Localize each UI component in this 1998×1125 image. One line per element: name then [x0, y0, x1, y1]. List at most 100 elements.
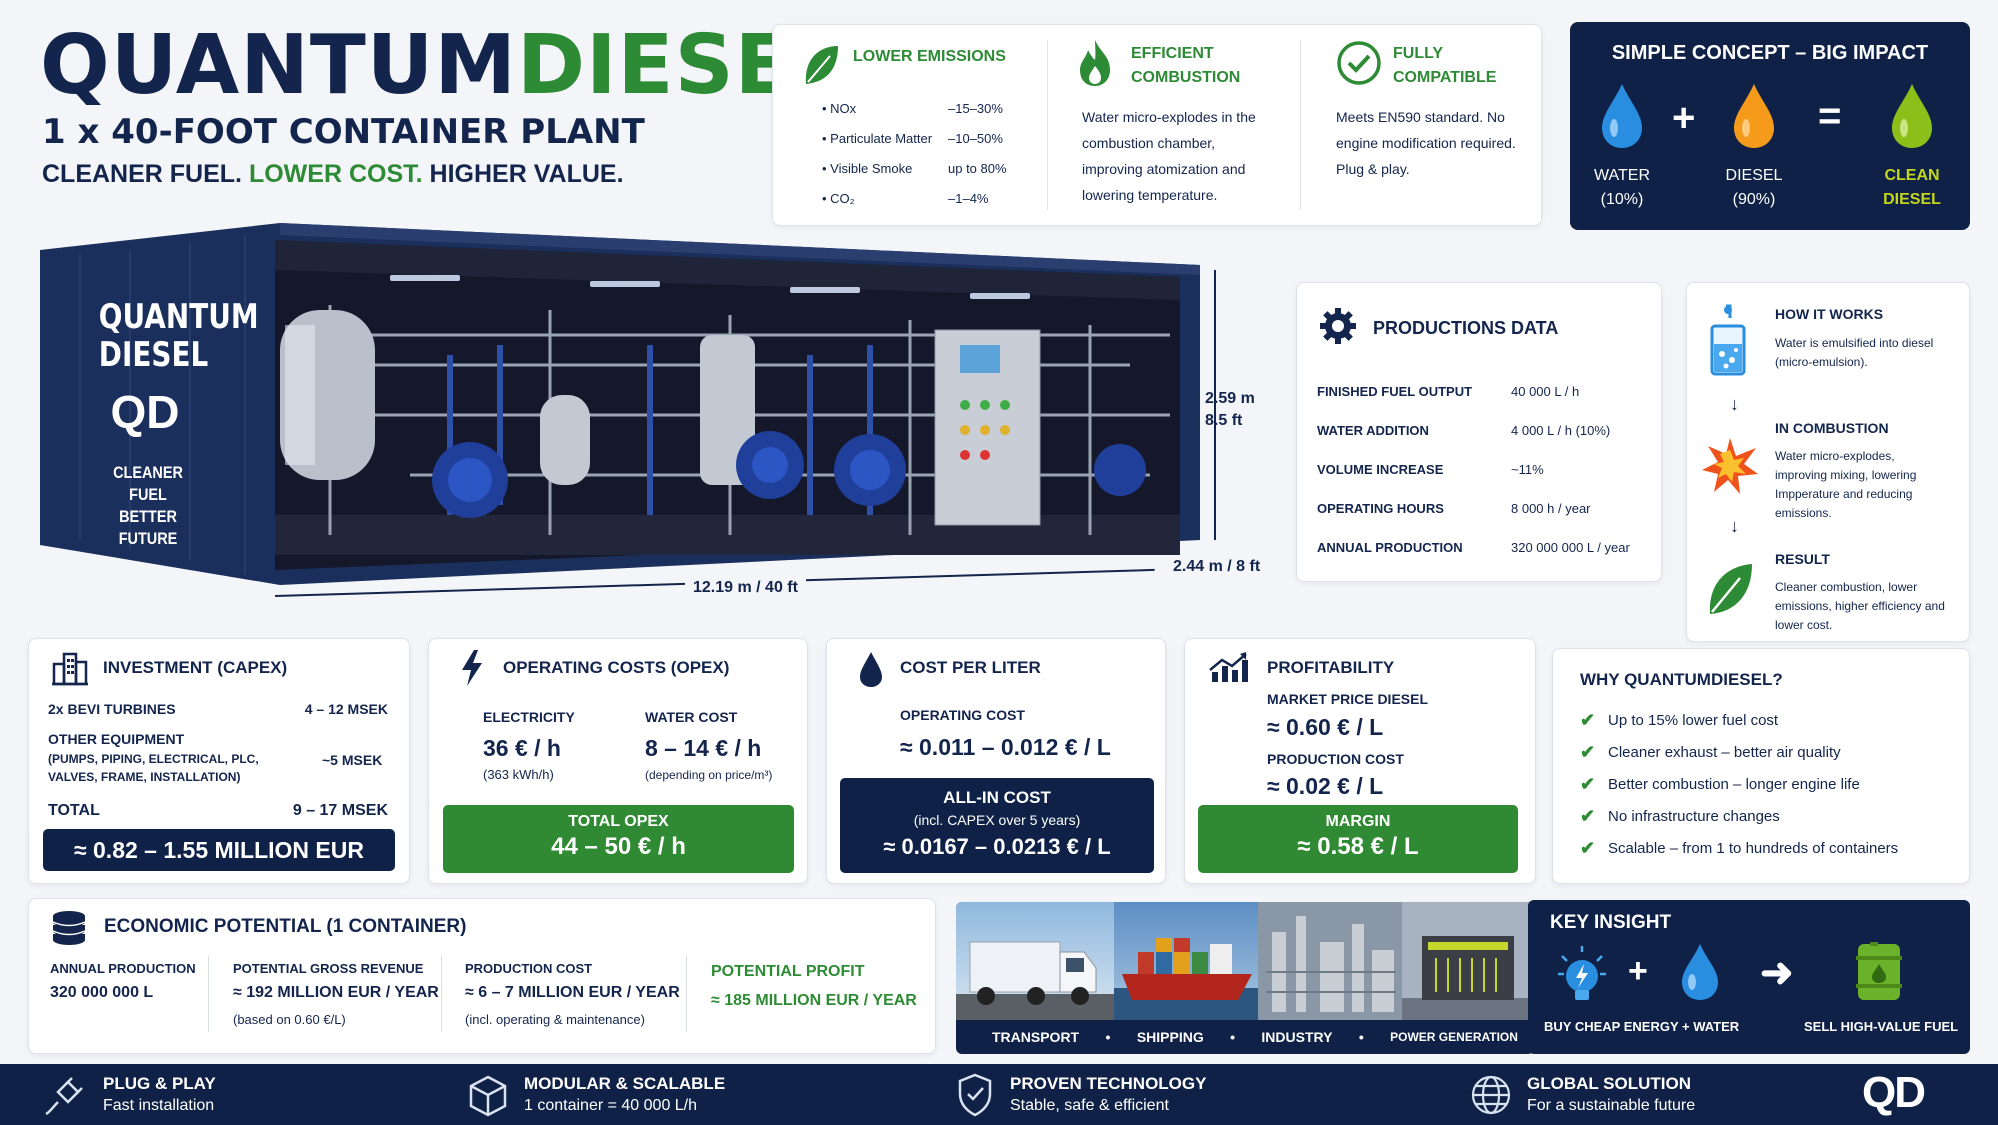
econ-c3-value: ≈ 6 – 7 MILLION EUR / YEAR [465, 984, 680, 1001]
leaf-icon [1709, 564, 1752, 614]
production-label: OPERATING HOURS [1317, 501, 1444, 516]
opex-e-label: ELECTRICITY [483, 709, 575, 725]
cpl-op-label: OPERATING COST [900, 707, 1025, 723]
why-text: No infrastructure changes [1608, 807, 1780, 825]
cpl-op-value: ≈ 0.011 – 0.012 € / L [900, 734, 1111, 760]
tagline-b: LOWER COST. [248, 160, 423, 188]
concept-clean-label: CLEAN DIESEL [1872, 164, 1952, 212]
concept-plus: + [1672, 96, 1696, 140]
check-icon: ✔ [1580, 805, 1596, 826]
how-s2-title: IN COMBUSTION [1775, 420, 1889, 436]
drop-icon [860, 652, 882, 687]
footer-f3: PROVEN TECHNOLOGY Stable, safe & efficie… [1010, 1073, 1206, 1117]
opex-total-value: 44 – 50 € / h [551, 833, 686, 860]
how-s3-text: Cleaner combustion, lower emissions, hig… [1775, 580, 1945, 632]
emission-value: –10–50% [948, 131, 1003, 146]
beaker-icon [1710, 304, 1746, 376]
concept-diesel-label: DIESEL (90%) [1714, 164, 1794, 212]
container-logo: QD [110, 386, 180, 438]
compatible-text-2: Plug & play. [1336, 161, 1410, 177]
how-s2-text: Water micro-explodes, improving mixing, … [1775, 449, 1917, 520]
footer-f2: MODULAR & SCALABLE 1 container = 40 000 … [524, 1073, 725, 1117]
growth-chart-icon [1209, 652, 1248, 682]
arrow-down-icon: ↓ [1730, 516, 1739, 536]
combustion-text: Water micro-explodes in the combustion c… [1082, 109, 1256, 203]
footer-f1: PLUG & PLAY Fast installation [103, 1073, 216, 1117]
econ-c4-value: ≈ 185 MILLION EUR / YEAR [711, 992, 917, 1009]
coins-icon [52, 911, 86, 945]
emission-value: up to 80% [948, 161, 1007, 176]
profit-mp-value: ≈ 0.60 € / L [1267, 714, 1384, 740]
emission-name: • Particulate Matter [822, 131, 933, 146]
insight-right: SELL HIGH-VALUE FUEL [1804, 1019, 1959, 1034]
insight-plus: + [1628, 952, 1648, 990]
height-ft: 8.5 ft [1205, 412, 1243, 429]
container-brand: QUANTUM DIESEL [98, 297, 259, 375]
check-icon: ✔ [1580, 837, 1596, 858]
emission-item: • CO₂ –1–4% [822, 184, 1022, 214]
production-label: FINISHED FUEL OUTPUT [1317, 384, 1473, 399]
width-label: 2.44 m / 8 ft [1173, 558, 1261, 575]
fuel-barrel-icon [1856, 942, 1902, 1000]
footer-f3-title: PROVEN TECHNOLOGY [1010, 1074, 1207, 1093]
globe-icon [1471, 1075, 1511, 1115]
insight-title: KEY INSIGHT [1550, 912, 1672, 933]
how-s1-title: HOW IT WORKS [1775, 306, 1884, 322]
cpl-all-pill: ALL-IN COST (incl. CAPEX over 5 years) ≈… [840, 778, 1154, 873]
height-m: 2.59 m [1205, 390, 1255, 407]
profit-pc-label: PRODUCTION COST [1267, 751, 1404, 767]
brand-title: QUANTUMDIESEL [40, 22, 845, 110]
footer-f4-sub: For a sustainable future [1527, 1097, 1696, 1114]
emission-value: –15–30% [948, 101, 1003, 116]
footer-f4-title: GLOBAL SOLUTION [1527, 1074, 1692, 1093]
brand-subtitle: 1 x 40-FOOT CONTAINER PLANT [42, 112, 645, 152]
emission-value: –1–4% [948, 191, 989, 206]
application-label: TRANSPORT [992, 1029, 1080, 1045]
emissions-list: • NOx –15–30% • Particulate Matter –10–50% •… [822, 94, 1022, 214]
compatible-title: FULLY COMPATIBLE [1393, 42, 1496, 90]
building-icon [52, 652, 88, 686]
concept-water-label: WATER (10%) [1582, 164, 1662, 212]
capex-row-turbines: 2x BEVI TURBINES 4 – 12 MSEK [48, 701, 388, 717]
footer-f1-title: PLUG & PLAY [103, 1074, 216, 1093]
capex-total-label: TOTAL [48, 802, 100, 819]
water-label: WATER [1594, 167, 1650, 184]
brand-tagline: CLEANER FUEL. LOWER COST. HIGHER VALUE. [42, 160, 624, 189]
opex-total-pill: TOTAL OPEX 44 – 50 € / h [443, 805, 794, 873]
capex-r2-value: ~5 MSEK [322, 752, 383, 768]
footer-f3-sub: Stable, safe & efficient [1010, 1097, 1169, 1114]
why-item: ✔ Cleaner exhaust – better air quality [1580, 736, 1960, 768]
clean-diesel-drop-icon [1892, 84, 1932, 148]
footer-f2-sub: 1 container = 40 000 L/h [524, 1097, 698, 1114]
combustion-title-2: COMBUSTION [1131, 69, 1241, 86]
container-brand-line1: QUANTUM [98, 297, 259, 337]
emission-name: • NOx [822, 101, 857, 116]
capex-r2-label: OTHER EQUIPMENT [48, 731, 185, 747]
diesel-label: DIESEL [1725, 167, 1783, 184]
insight-left: BUY CHEAP ENERGY + WATER [1544, 1019, 1740, 1034]
application-label: SHIPPING [1136, 1029, 1204, 1045]
check-icon: ✔ [1580, 773, 1596, 794]
footer-bar [0, 1064, 1998, 1125]
econ-c2-sub: (based on 0.60 €/L) [233, 1012, 346, 1027]
profit-margin-label: MARGIN [1325, 813, 1391, 830]
clean-label-1: CLEAN [1884, 167, 1940, 184]
profit-mp-label: MARKET PRICE DIESEL [1267, 691, 1429, 707]
plug-icon [45, 1077, 83, 1116]
tagline-a: CLEANER FUEL. [42, 160, 242, 188]
arrow-right-icon: ➜ [1760, 951, 1794, 995]
height-label: 2.59 m 8.5 ft [1205, 388, 1255, 432]
production-row: OPERATING HOURS 8 000 h / year [1317, 489, 1657, 528]
why-item: ✔ Up to 15% lower fuel cost [1580, 704, 1960, 736]
explosion-icon [1702, 438, 1758, 494]
combustion-title-1: EFFICIENT [1131, 45, 1214, 62]
tagline-c: HIGHER VALUE. [429, 160, 624, 188]
application-label: INDUSTRY [1261, 1029, 1333, 1045]
capex-eur-pill: ≈ 0.82 – 1.55 MILLION EUR [43, 829, 395, 871]
container-brand-line2: DIESEL [98, 335, 209, 375]
emission-name: • Visible Smoke [822, 161, 913, 176]
cpl-all-sub: (incl. CAPEX over 5 years) [913, 812, 1081, 828]
opex-total-label: TOTAL OPEX [568, 813, 669, 830]
why-item: ✔ Scalable – from 1 to hundreds of contai… [1580, 832, 1960, 864]
why-text: Better combustion – longer engine life [1608, 775, 1860, 793]
